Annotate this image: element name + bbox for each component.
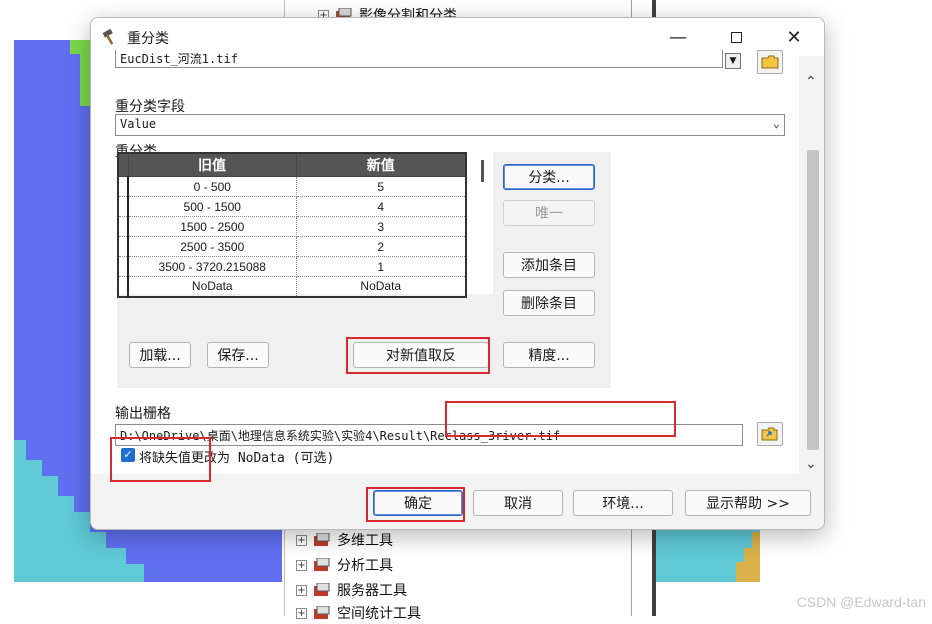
reclass-group: 旧值 新值 0 - 500 5 500 - 1500 4 1500 - 2500… — [117, 152, 611, 388]
new-value-cell[interactable]: 3 — [296, 216, 467, 237]
precision-button[interactable]: 精度... — [503, 342, 595, 368]
folder-icon — [761, 55, 779, 69]
old-value-cell[interactable]: 0 - 500 — [128, 176, 297, 197]
table-row[interactable]: 0 - 500 5 — [118, 176, 467, 197]
old-value-cell[interactable]: NoData — [128, 276, 297, 297]
expand-icon[interactable]: + — [296, 607, 307, 619]
table-row[interactable]: 1500 - 2500 3 — [118, 216, 467, 237]
new-value-cell[interactable]: 2 — [296, 236, 467, 257]
old-value-cell[interactable]: 1500 - 2500 — [128, 216, 297, 237]
toolbox-icon — [313, 582, 331, 597]
scroll-down-icon[interactable]: ⌄ — [805, 456, 817, 472]
input-raster-value: EucDist_河流1.tif — [120, 52, 238, 66]
old-value-cell[interactable]: 500 - 1500 — [128, 196, 297, 217]
output-raster-field[interactable]: D:\OneDrive\桌面\地理信息系统实验\实验4\Result\Recla… — [115, 424, 743, 446]
folder-open-icon — [761, 427, 778, 441]
close-icon: ✕ — [786, 26, 802, 48]
tree-item-label: 分析工具 — [337, 558, 393, 574]
dialog-title: 重分类 — [127, 31, 169, 47]
delete-entry-button[interactable]: 删除条目 — [503, 290, 595, 316]
dialog-content: EucDist_河流1.tif ▼ 重分类字段 Value ⌄ 重分类 旧值 — [91, 50, 799, 474]
classify-button[interactable]: 分类... — [503, 164, 595, 190]
input-raster-field[interactable]: EucDist_河流1.tif — [115, 50, 723, 68]
reclass-field-label: 重分类字段 — [115, 99, 185, 115]
tree-item-analysis[interactable]: + 分析工具 — [296, 555, 393, 575]
column-header-old-value[interactable]: 旧值 — [127, 152, 297, 177]
reclass-field-value: Value — [120, 117, 157, 131]
unique-button[interactable]: 唯一 — [503, 200, 595, 226]
minimize-icon: — — [669, 26, 687, 48]
load-button[interactable]: 加载... — [129, 342, 191, 368]
cancel-button[interactable]: 取消 — [473, 490, 563, 516]
nodata-checkbox[interactable]: ✓ — [121, 448, 135, 462]
input-raster-dropdown[interactable]: ▼ — [725, 53, 741, 69]
add-entry-button[interactable]: 添加条目 — [503, 252, 595, 278]
dialog-scrollbar[interactable]: ⌃ ⌄ — [799, 72, 824, 476]
nodata-checkbox-label[interactable]: 将缺失值更改为 NoData (可选) — [139, 447, 334, 466]
scroll-up-icon[interactable]: ⌃ — [805, 74, 817, 90]
ok-button[interactable]: 确定 — [373, 490, 463, 516]
row-selector[interactable] — [118, 196, 129, 217]
reclass-table[interactable]: 旧值 新值 0 - 500 5 500 - 1500 4 1500 - 2500… — [117, 152, 467, 298]
toolbox-icon — [313, 532, 331, 547]
tree-item-spatial-statistics[interactable]: + 空间统计工具 — [296, 603, 421, 623]
row-selector[interactable] — [118, 236, 129, 257]
old-value-cell[interactable]: 3500 - 3720.215088 — [128, 256, 297, 277]
hammer-icon — [101, 28, 119, 46]
input-raster-browse-button[interactable] — [757, 50, 783, 74]
watermark: CSDN @Edward-tan — [796, 594, 926, 610]
tree-item-server[interactable]: + 服务器工具 — [296, 580, 407, 600]
reverse-new-values-button[interactable]: 对新值取反 — [353, 342, 489, 368]
old-value-cell[interactable]: 2500 - 3500 — [128, 236, 297, 257]
environments-button[interactable]: 环境... — [573, 490, 673, 516]
new-value-cell[interactable]: 5 — [296, 176, 467, 197]
toolbox-icon — [313, 605, 331, 620]
save-button[interactable]: 保存... — [207, 342, 269, 368]
row-selector[interactable] — [118, 216, 129, 237]
table-row[interactable]: 500 - 1500 4 — [118, 196, 467, 217]
show-help-button[interactable]: 显示帮助 >> — [685, 490, 811, 516]
new-value-cell[interactable]: 1 — [296, 256, 467, 277]
row-header-corner — [117, 152, 129, 177]
checkmark-icon: ✓ — [123, 448, 133, 461]
row-selector[interactable] — [118, 256, 129, 277]
column-header-new-value[interactable]: 新值 — [295, 152, 467, 177]
table-row[interactable]: NoData NoData — [118, 276, 467, 297]
row-selector[interactable] — [118, 176, 129, 197]
maximize-icon — [730, 31, 742, 43]
table-row[interactable]: 3500 - 3720.215088 1 — [118, 256, 467, 277]
output-raster-value: D:\OneDrive\桌面\地理信息系统实验\实验4\Result\Recla… — [120, 429, 561, 443]
expand-icon[interactable]: + — [296, 584, 307, 596]
dialog-footer: 确定 取消 环境... 显示帮助 >> — [91, 474, 824, 529]
expand-icon[interactable]: + — [296, 534, 307, 546]
table-scrollbar[interactable] — [481, 160, 484, 182]
new-value-cell[interactable]: NoData — [296, 276, 467, 297]
reclass-field-select[interactable]: Value ⌄ — [115, 114, 785, 136]
row-selector[interactable] — [118, 276, 129, 297]
tree-item-label: 多维工具 — [337, 533, 393, 549]
reclassify-dialog: 重分类 — ✕ EucDist_河流1.tif ▼ 重分类字段 Value ⌄ … — [90, 17, 825, 530]
chevron-down-icon: ⌄ — [772, 116, 780, 130]
reclass-table-area: 旧值 新值 0 - 500 5 500 - 1500 4 1500 - 2500… — [117, 152, 493, 298]
tree-item-label: 服务器工具 — [337, 583, 407, 599]
scrollbar-thumb[interactable] — [807, 150, 819, 450]
toolbox-icon — [313, 557, 331, 572]
output-raster-label: 输出栅格 — [115, 406, 171, 422]
chevron-down-icon: ▼ — [729, 56, 737, 66]
output-raster-browse-button[interactable] — [757, 422, 783, 446]
map-green-strip — [80, 50, 90, 106]
tree-item-label: 空间统计工具 — [337, 606, 421, 622]
new-value-cell[interactable]: 4 — [296, 196, 467, 217]
table-row[interactable]: 2500 - 3500 2 — [118, 236, 467, 257]
tree-item-multidimension[interactable]: + 多维工具 — [296, 530, 393, 550]
expand-icon[interactable]: + — [296, 559, 307, 571]
